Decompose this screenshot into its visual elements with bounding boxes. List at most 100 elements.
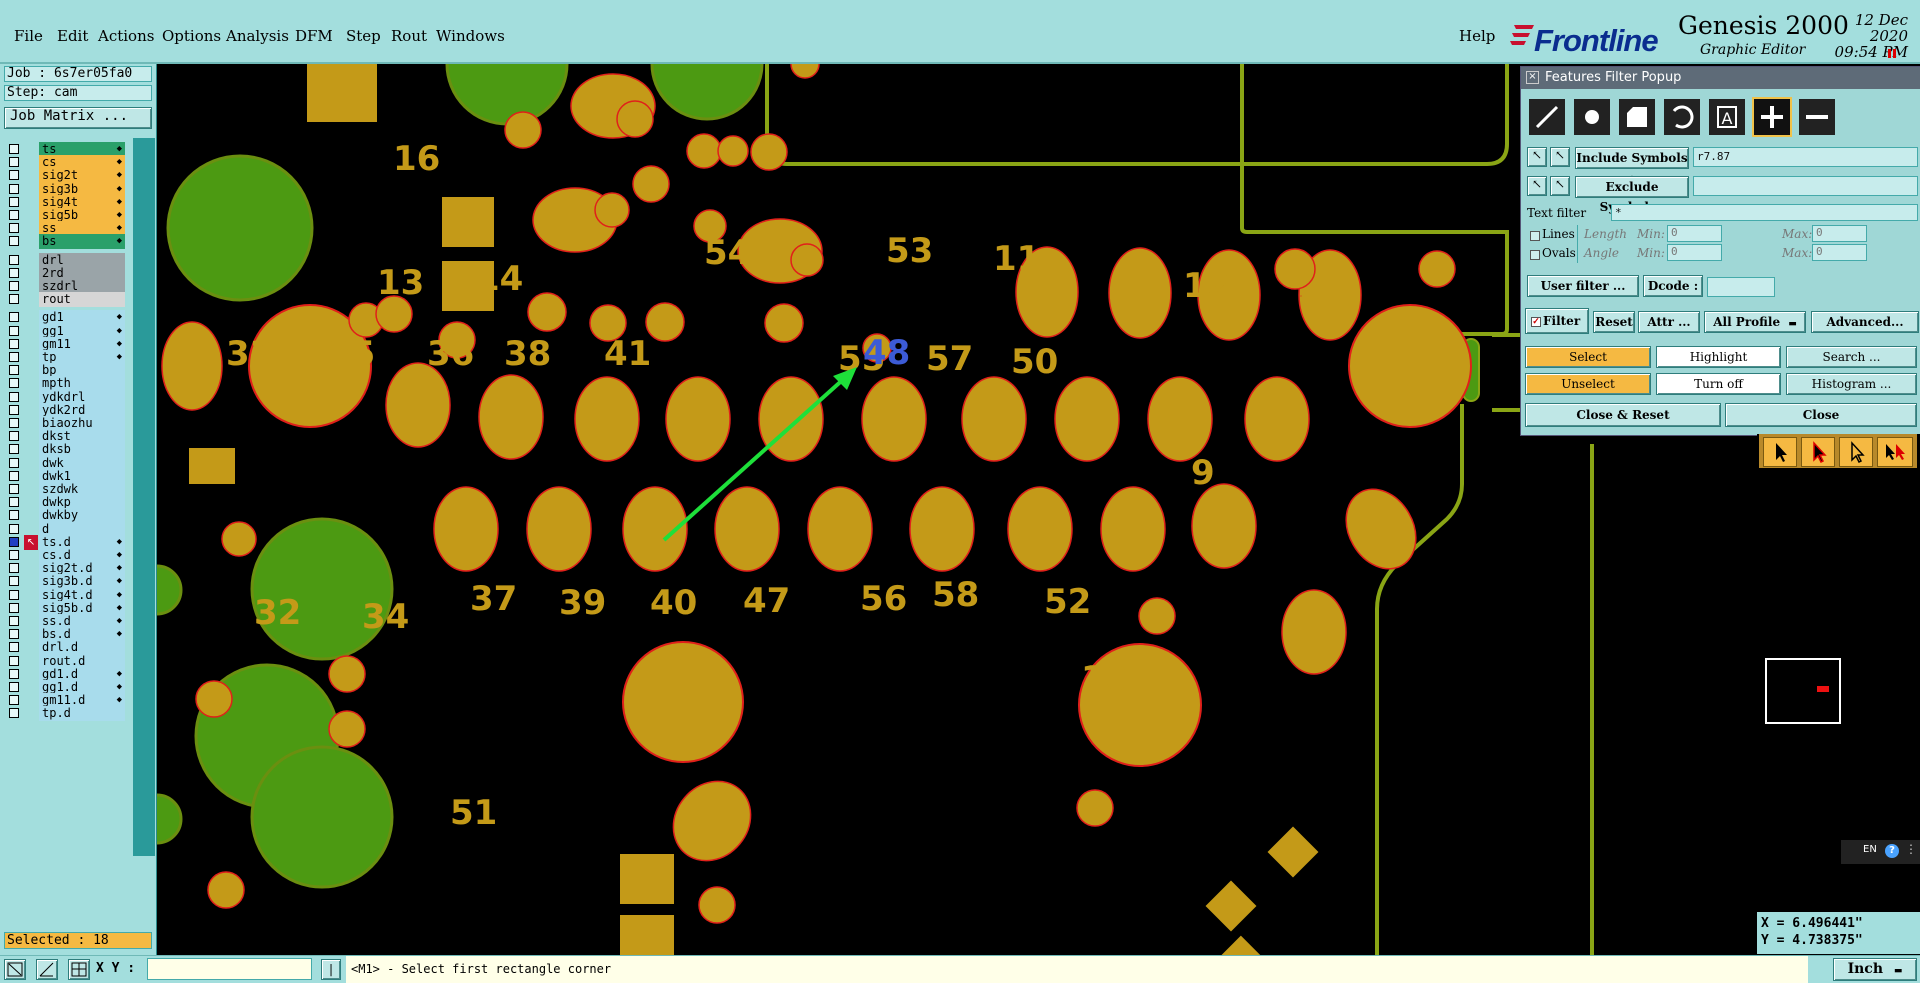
grid-snap-icon[interactable] <box>68 959 90 980</box>
layer-display-checkbox[interactable] <box>9 294 19 304</box>
exclude-symbols-input[interactable] <box>1693 176 1918 196</box>
include-pick-all-icon[interactable]: ↖ <box>1550 147 1570 167</box>
layer-display-checkbox[interactable] <box>9 418 19 428</box>
layer-display-checkbox[interactable] <box>9 550 19 560</box>
layer-display-checkbox[interactable] <box>9 236 19 246</box>
layer-display-checkbox[interactable] <box>9 682 19 692</box>
exclude-pick-all-icon[interactable]: ↖ <box>1550 176 1570 196</box>
layer-display-checkbox[interactable] <box>9 669 19 679</box>
select-pointer-red-icon[interactable] <box>1801 437 1835 467</box>
layer-display-checkbox[interactable] <box>9 656 19 666</box>
layer-display-checkbox[interactable] <box>9 563 19 573</box>
filter-checkbox[interactable]: ✓ <box>1531 317 1541 327</box>
positive-polarity-icon[interactable] <box>1752 97 1792 137</box>
select-pointer-icon[interactable] <box>1763 437 1797 467</box>
ovals-checkbox[interactable] <box>1530 250 1540 260</box>
ime-menu-icon[interactable]: ⋮ <box>1905 842 1917 856</box>
menu-dfm[interactable]: DFM <box>295 27 333 45</box>
advanced-button[interactable]: Advanced... <box>1811 311 1919 333</box>
highlight-button[interactable]: Highlight <box>1656 346 1781 368</box>
layer-display-checkbox[interactable] <box>9 524 19 534</box>
overview-map[interactable] <box>1765 658 1841 724</box>
layer-display-checkbox[interactable] <box>9 405 19 415</box>
help-icon[interactable]: ? <box>1885 844 1899 858</box>
menu-step[interactable]: Step <box>346 27 381 45</box>
measure-icon[interactable] <box>36 959 58 980</box>
pad-feature-icon[interactable] <box>1572 97 1612 137</box>
xy-input[interactable] <box>147 958 312 980</box>
length-min-input[interactable]: 0 <box>1667 225 1722 242</box>
angle-min-input[interactable]: 0 <box>1667 244 1722 261</box>
layer-display-checkbox[interactable] <box>9 629 19 639</box>
layer-display-checkbox[interactable] <box>9 497 19 507</box>
units-select[interactable]: Inch ▬ <box>1833 958 1917 981</box>
menu-options[interactable]: Options <box>162 27 221 45</box>
menu-file[interactable]: File <box>14 27 43 45</box>
include-pick-icon[interactable]: ↖ <box>1527 147 1547 167</box>
graphic-canvas[interactable]: 1613145453111233353638415557509323437394… <box>157 64 1757 955</box>
layer-display-checkbox[interactable] <box>9 170 19 180</box>
select-button[interactable]: Select <box>1525 346 1651 368</box>
ime-lang[interactable]: EN <box>1863 844 1877 855</box>
layer-display-checkbox[interactable] <box>9 268 19 278</box>
layer-display-checkbox[interactable] <box>9 210 19 220</box>
layer-display-checkbox[interactable] <box>9 197 19 207</box>
layer-name[interactable]: bs◆ <box>39 234 125 249</box>
close-reset-button[interactable]: Close & Reset <box>1525 403 1721 427</box>
layer-display-checkbox[interactable] <box>9 484 19 494</box>
text-cursor-icon[interactable]: | <box>321 959 341 980</box>
layer-row[interactable]: rout <box>4 292 126 307</box>
layer-display-checkbox[interactable] <box>9 458 19 468</box>
layer-display-checkbox[interactable] <box>9 642 19 652</box>
layer-display-checkbox[interactable] <box>9 326 19 336</box>
layer-display-checkbox[interactable] <box>9 378 19 388</box>
attr-button[interactable]: Attr ... <box>1638 311 1700 333</box>
text-feature-icon[interactable]: A <box>1707 97 1747 137</box>
layer-display-checkbox[interactable] <box>9 695 19 705</box>
layer-display-checkbox[interactable] <box>9 576 19 586</box>
dcode-input[interactable] <box>1707 277 1775 297</box>
line-feature-icon[interactable] <box>1527 97 1567 137</box>
profile-select[interactable]: All Profile ▬ <box>1704 311 1806 333</box>
turn-off-button[interactable]: Turn off <box>1656 373 1781 395</box>
select-pointer-alt-icon[interactable] <box>1839 437 1873 467</box>
unselect-button[interactable]: Unselect <box>1525 373 1651 395</box>
layer-display-checkbox[interactable] <box>9 471 19 481</box>
layer-display-checkbox[interactable] <box>9 616 19 626</box>
layer-display-checkbox[interactable] <box>9 708 19 718</box>
exclude-pick-icon[interactable]: ↖ <box>1527 176 1547 196</box>
select-multi-pointer-icon[interactable] <box>1877 437 1913 467</box>
layer-display-checkbox[interactable] <box>9 312 19 322</box>
layer-display-checkbox[interactable] <box>9 281 19 291</box>
menu-rout[interactable]: Rout <box>391 27 427 45</box>
text-filter-input[interactable]: * <box>1611 204 1918 221</box>
zoom-area-icon[interactable] <box>4 959 26 980</box>
reset-button[interactable]: Reset <box>1593 311 1635 333</box>
layer-display-checkbox[interactable] <box>9 537 19 547</box>
layer-display-checkbox[interactable] <box>9 339 19 349</box>
menu-windows[interactable]: Windows <box>436 27 505 45</box>
layer-display-checkbox[interactable] <box>9 352 19 362</box>
layer-display-checkbox[interactable] <box>9 365 19 375</box>
include-symbols-button[interactable]: Include Symbols : <box>1575 147 1689 169</box>
layer-display-checkbox[interactable] <box>9 392 19 402</box>
layer-row[interactable]: tp.d <box>4 706 126 721</box>
layer-display-checkbox[interactable] <box>9 144 19 154</box>
angle-max-input[interactable]: 0 <box>1812 244 1867 261</box>
length-max-input[interactable]: 0 <box>1812 225 1867 242</box>
layer-display-checkbox[interactable] <box>9 590 19 600</box>
layer-display-checkbox[interactable] <box>9 223 19 233</box>
job-matrix-button[interactable]: Job Matrix ... <box>4 107 152 129</box>
surface-feature-icon[interactable] <box>1617 97 1657 137</box>
layer-row[interactable]: bs◆ <box>4 234 126 249</box>
layer-name[interactable]: tp.d <box>39 706 125 721</box>
layer-name[interactable]: rout <box>39 292 125 307</box>
layer-display-checkbox[interactable] <box>9 157 19 167</box>
histogram-button[interactable]: Histogram ... <box>1786 373 1917 395</box>
lines-checkbox[interactable] <box>1530 231 1540 241</box>
user-filter-button[interactable]: User filter ... <box>1527 275 1639 297</box>
arc-feature-icon[interactable] <box>1662 97 1702 137</box>
layer-list-scrollbar[interactable] <box>133 138 155 856</box>
layer-display-checkbox[interactable] <box>9 510 19 520</box>
dcode-button[interactable]: Dcode : <box>1643 275 1703 297</box>
